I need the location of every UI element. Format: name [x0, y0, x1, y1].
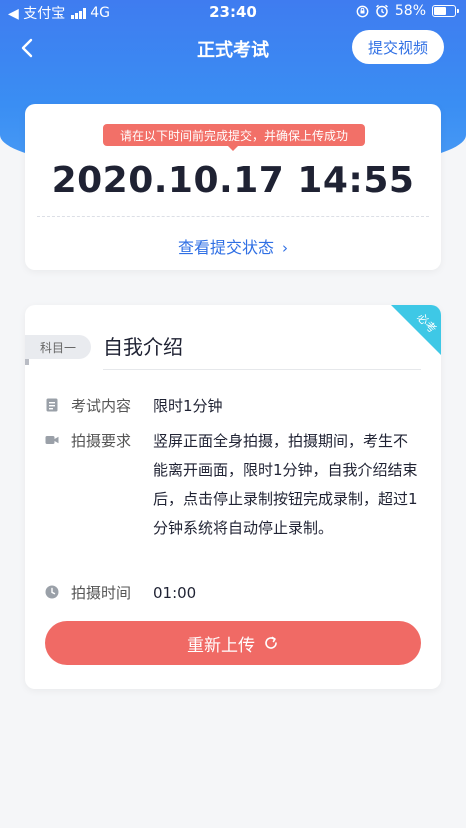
dashed-divider — [37, 216, 429, 217]
subject-title: 自我介绍 — [103, 335, 183, 359]
exam-content-label: 考试内容 — [71, 397, 132, 415]
refresh-icon — [265, 636, 277, 649]
status-bar: ◀ 支付宝 4G 23:40 58% — [0, 0, 466, 24]
deadline-time: 2020.10.17 14:55 — [51, 160, 415, 201]
document-icon — [46, 398, 58, 412]
chevron-right-icon: › — [282, 239, 288, 257]
deadline-card: 请在以下时间前完成提交，并确保上传成功 2020.10.17 14:55 查看提… — [25, 104, 441, 270]
title-divider — [103, 369, 421, 370]
camera-icon — [45, 436, 59, 444]
back-arrow-icon[interactable] — [18, 34, 38, 62]
nav-bar: 正式考试 提交视频 — [0, 24, 466, 72]
submit-video-button[interactable]: 提交视频 — [351, 30, 444, 64]
subject-card: 必考 科目一 自我介绍 考试内容 限时1分钟 拍摄要求 竖屏正面全身拍摄，拍摄期… — [25, 305, 441, 689]
filming-time-value: 01:00 — [153, 583, 197, 602]
battery-icon — [432, 5, 459, 17]
subject-tag-fold — [25, 359, 29, 365]
filming-time-row: 拍摄时间 01:00 — [45, 581, 421, 608]
exam-content-value: 限时1分钟 — [153, 396, 223, 415]
filming-requirements-value: 竖屏正面全身拍摄，拍摄期间，考生不能离开画面，限时1分钟，自我介绍结束后，点击停… — [153, 431, 418, 537]
deadline-tooltip: 请在以下时间前完成提交，并确保上传成功 — [103, 124, 365, 151]
filming-time-label: 拍摄时间 — [71, 584, 132, 602]
reupload-label: 重新上传 — [187, 635, 255, 656]
subject-tag: 科目一 — [25, 335, 91, 359]
exam-content-row: 考试内容 限时1分钟 — [45, 394, 421, 421]
lock-rotation-icon — [356, 5, 369, 17]
reupload-button[interactable]: 重新上传 — [45, 621, 421, 665]
view-submit-status-link[interactable]: 查看提交状态 › — [25, 234, 441, 258]
battery-percent: 58% — [394, 3, 426, 19]
clock-icon — [45, 585, 59, 599]
required-ribbon: 必考 — [391, 305, 441, 355]
alarm-icon — [375, 4, 388, 18]
view-submit-status-label: 查看提交状态 — [177, 238, 274, 257]
filming-requirements-label: 拍摄要求 — [71, 432, 132, 450]
status-right: 58% — [356, 3, 459, 19]
filming-requirements-row: 拍摄要求 竖屏正面全身拍摄，拍摄期间，考生不能离开画面，限时1分钟，自我介绍结束… — [45, 429, 419, 543]
